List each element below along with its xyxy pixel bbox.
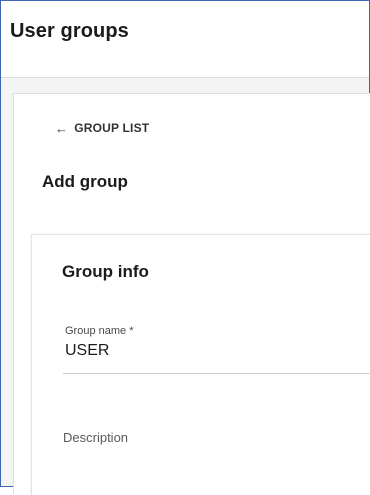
group-name-label: Group name *: [65, 325, 134, 337]
group-name-underline: [63, 373, 370, 374]
page-title: User groups: [10, 20, 129, 42]
arrow-left-icon: ←: [55, 120, 69, 136]
back-to-group-list-link[interactable]: ← GROUP LIST: [55, 121, 149, 135]
page-header: User groups: [1, 1, 369, 78]
description-field[interactable]: [63, 430, 370, 470]
back-link-label: GROUP LIST: [74, 121, 150, 135]
group-name-input[interactable]: [65, 342, 365, 360]
section-title: Add group: [42, 172, 128, 191]
card-title: Group info: [62, 262, 149, 281]
